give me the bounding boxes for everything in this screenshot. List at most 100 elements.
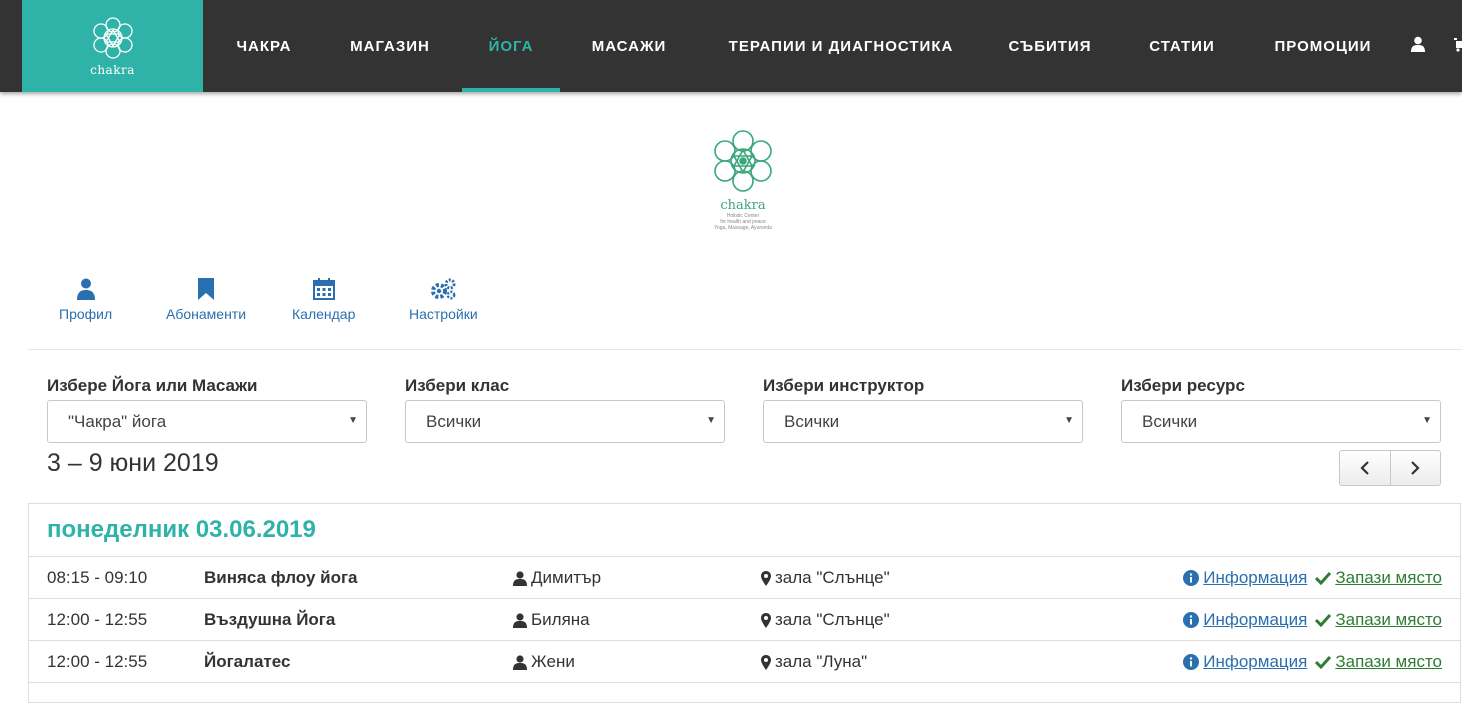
toolbar-label: Абонаменти (166, 306, 247, 322)
nav-item-articles[interactable]: СТАТИИ (1116, 0, 1248, 92)
next-week-button[interactable] (1389, 451, 1441, 485)
instructor-select[interactable]: Всички ▼ (763, 400, 1083, 443)
nav-item-chakra[interactable]: ЧАКРА (203, 0, 325, 92)
toolbar-settings[interactable]: Настройки (409, 278, 478, 322)
select-value: Всички (784, 411, 840, 431)
week-range: 3 – 9 юни 2019 (47, 449, 219, 477)
table-row: 12:00 - 12:55 Въздушна Йога Биляна зала … (29, 599, 1460, 641)
info-circle-icon (1183, 612, 1200, 628)
nav-menu: ЧАКРА МАГАЗИН ЙОГА МАСАЖИ ТЕРАПИИ И ДИАГ… (203, 0, 1398, 92)
class-instructor: Димитър (513, 568, 601, 588)
filter-type: Избере Йога или Масажи "Чакра" йога ▼ (47, 376, 367, 443)
class-name: Виняса флоу йога (204, 568, 358, 587)
toolbar-calendar[interactable]: Календар (292, 278, 355, 322)
nav-item-massages[interactable]: МАСАЖИ (560, 0, 698, 92)
table-row: 12:00 - 12:55 Йогалатес Жени зала "Луна"… (29, 641, 1460, 683)
filter-resource: Избери ресурс Всички ▼ (1121, 376, 1441, 443)
select-value: Всички (426, 411, 482, 431)
info-circle-icon (1183, 654, 1200, 670)
brand-text: chakra (90, 63, 135, 77)
book-link[interactable]: Запази място (1335, 610, 1442, 630)
instructor-name: Жени (531, 652, 575, 671)
book-link[interactable]: Запази място (1335, 568, 1442, 588)
row-actions: Информация Запази място (1183, 568, 1442, 588)
room-name: зала "Слънце" (775, 568, 890, 587)
table-row: 08:15 - 09:10 Виняса флоу йога Димитър з… (29, 557, 1460, 599)
map-marker-icon (761, 570, 771, 586)
mandala-logo-icon (92, 17, 133, 59)
account-toolbar: Профил Абонаменти Календар Настройки (28, 272, 1462, 350)
filter-class: Избери клас Всички ▼ (405, 376, 725, 443)
resource-select[interactable]: Всички ▼ (1121, 400, 1441, 443)
calendar-icon (312, 278, 335, 300)
instructor-name: Биляна (531, 610, 590, 629)
row-actions: Информация Запази място (1183, 652, 1442, 672)
prev-week-button[interactable] (1340, 451, 1390, 485)
logo-word: chakra (720, 198, 766, 213)
check-icon (1315, 655, 1332, 669)
nav-item-promotions[interactable]: ПРОМОЦИИ (1248, 0, 1398, 92)
logo-tagline: Yoga, Massage, Ayurveda (714, 225, 772, 231)
brand-logo[interactable]: chakra (22, 0, 203, 92)
nav-item-events[interactable]: СЪБИТИЯ (984, 0, 1116, 92)
nav-item-yoga[interactable]: ЙОГА (462, 0, 560, 92)
chevron-left-icon (1360, 461, 1369, 475)
nav-item-therapies[interactable]: ТЕРАПИИ И ДИАГНОСТИКА (698, 0, 984, 92)
class-instructor: Биляна (513, 610, 590, 630)
class-time: 12:00 - 12:55 (47, 610, 148, 629)
schedule-list: понеделник 03.06.2019 08:15 - 09:10 Виня… (28, 503, 1461, 703)
class-name: Йогалатес (204, 652, 291, 671)
week-pager (1339, 450, 1441, 486)
toolbar-label: Настройки (409, 306, 478, 322)
user-icon (513, 654, 527, 670)
user-icon (76, 278, 95, 300)
filter-label: Избери ресурс (1121, 376, 1245, 395)
class-room: зала "Слънце" (761, 568, 890, 588)
cart-icon[interactable] (1454, 36, 1462, 52)
chevron-right-icon (1411, 461, 1420, 475)
cogs-icon (431, 278, 456, 300)
class-select[interactable]: Всички ▼ (405, 400, 725, 443)
class-instructor: Жени (513, 652, 575, 672)
room-name: зала "Слънце" (775, 610, 890, 629)
class-time: 08:15 - 09:10 (47, 568, 148, 587)
user-icon (513, 612, 527, 628)
caret-down-icon: ▼ (1422, 415, 1432, 426)
top-navigation: chakra ЧАКРА МАГАЗИН ЙОГА МАСАЖИ ТЕРАПИИ… (0, 0, 1462, 92)
select-value: Всички (1142, 411, 1198, 431)
info-circle-icon (1183, 570, 1200, 586)
book-link[interactable]: Запази място (1335, 652, 1442, 672)
info-link[interactable]: Информация (1203, 610, 1307, 630)
filter-label: Избери клас (405, 376, 510, 395)
class-room: зала "Луна" (761, 652, 867, 672)
instructor-name: Димитър (531, 568, 602, 587)
room-name: зала "Луна" (775, 652, 868, 671)
check-icon (1315, 571, 1332, 585)
map-marker-icon (761, 654, 771, 670)
bookmark-icon (198, 278, 215, 300)
filter-instructor: Избери инструктор Всички ▼ (763, 376, 1083, 443)
user-icon[interactable] (1411, 36, 1425, 52)
caret-down-icon: ▼ (706, 415, 716, 426)
toolbar-label: Профил (59, 306, 113, 322)
check-icon (1315, 613, 1332, 627)
day-header: понеделник 03.06.2019 (29, 504, 1460, 557)
caret-down-icon: ▼ (1064, 415, 1074, 426)
info-link[interactable]: Информация (1203, 568, 1307, 588)
class-room: зала "Слънце" (761, 610, 890, 630)
select-value: "Чакра" йога (68, 411, 167, 431)
nav-item-shop[interactable]: МАГАЗИН (325, 0, 455, 92)
toolbar-profile[interactable]: Профил (59, 278, 112, 322)
type-select[interactable]: "Чакра" йога ▼ (47, 400, 367, 443)
class-time: 12:00 - 12:55 (47, 652, 148, 671)
info-link[interactable]: Информация (1203, 652, 1307, 672)
center-logo: chakra Holistic Center for health and pe… (700, 124, 786, 236)
class-name: Въздушна Йога (204, 610, 336, 629)
row-actions: Информация Запази място (1183, 610, 1442, 630)
filter-label: Избери инструктор (763, 376, 925, 395)
caret-down-icon: ▼ (348, 415, 358, 426)
map-marker-icon (761, 612, 771, 628)
toolbar-subscriptions[interactable]: Абонаменти (166, 278, 246, 322)
filter-label: Избере Йога или Масажи (47, 376, 258, 395)
user-icon (513, 570, 527, 586)
